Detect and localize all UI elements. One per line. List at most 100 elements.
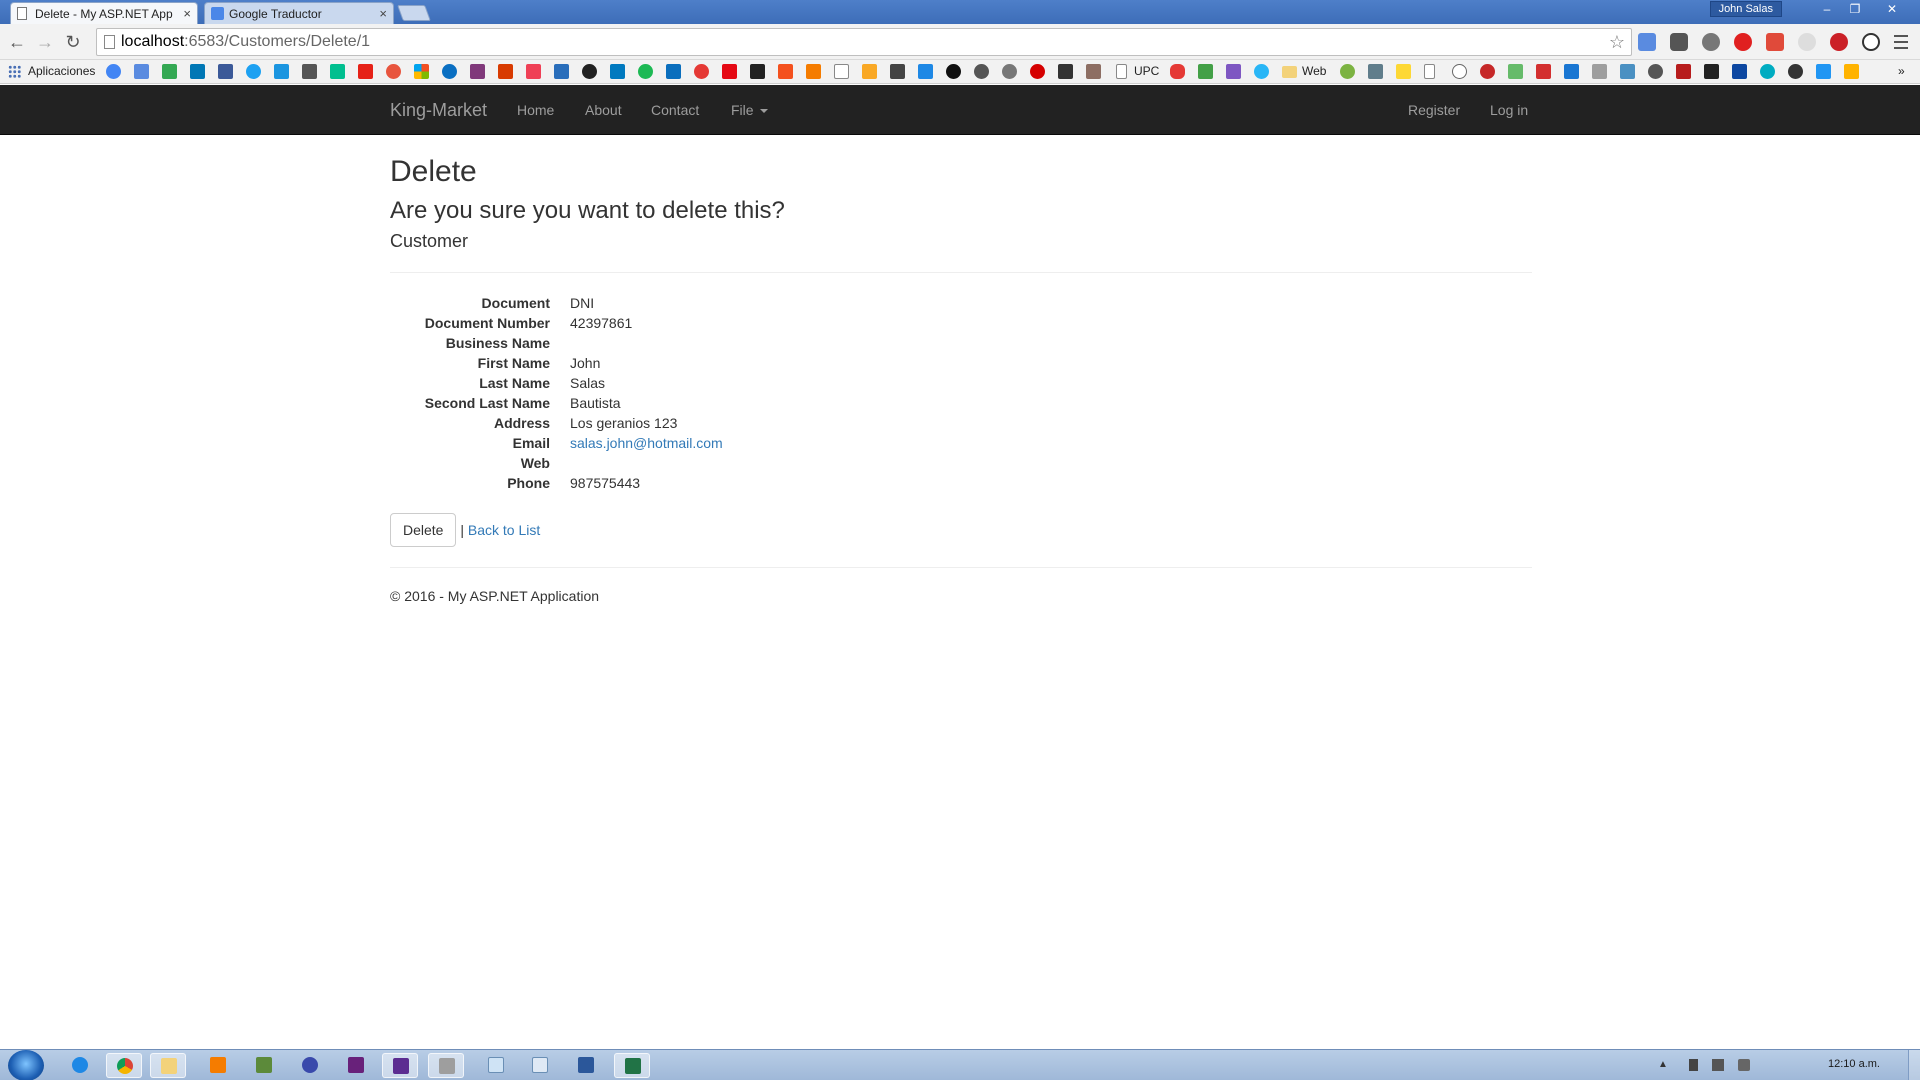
taskbar-clock[interactable]: 12:10 a.m. — [1828, 1058, 1880, 1070]
bookmark-icon[interactable] — [1592, 64, 1607, 79]
taskbar-explorer[interactable] — [150, 1053, 186, 1078]
apple-bookmark-icon[interactable] — [974, 64, 989, 79]
taskbar-ie[interactable] — [62, 1053, 98, 1078]
youtube-bookmark-icon[interactable] — [358, 64, 373, 79]
minimize-icon[interactable]: – — [1814, 1, 1840, 18]
taskbar-excel[interactable] — [614, 1053, 650, 1078]
trello-bookmark-icon[interactable] — [610, 64, 625, 79]
close-window-icon[interactable]: ✕ — [1870, 1, 1914, 18]
bookmark-icon[interactable] — [890, 64, 905, 79]
bookmark-icon[interactable] — [1844, 64, 1859, 79]
back-icon[interactable]: ← — [6, 31, 28, 53]
taskbar-word[interactable] — [568, 1053, 604, 1078]
github-bookmark-icon[interactable] — [582, 64, 597, 79]
close-tab-icon[interactable]: × — [379, 6, 387, 21]
bookmark-icon[interactable] — [1760, 64, 1775, 79]
tweetdeck-bookmark-icon[interactable] — [274, 64, 289, 79]
bookmark-icon[interactable] — [1620, 64, 1635, 79]
folder-icon[interactable] — [1282, 66, 1297, 78]
taskbar-chrome[interactable] — [106, 1053, 142, 1078]
taskbar-notepad[interactable] — [478, 1053, 514, 1078]
bookmark-icon[interactable] — [1816, 64, 1831, 79]
bookmark-icon[interactable] — [1086, 64, 1101, 79]
bookmark-icon[interactable] — [1058, 64, 1073, 79]
forward-icon[interactable]: → — [34, 31, 56, 53]
opera-extension-icon[interactable] — [1734, 33, 1752, 51]
bookmark-icon[interactable] — [862, 64, 877, 79]
bookmark-icon[interactable] — [1030, 64, 1045, 79]
tab-delete[interactable]: Delete - My ASP.NET App × — [10, 2, 198, 24]
bookmark-icon[interactable] — [386, 64, 401, 79]
microsoft-bookmark-icon[interactable] — [414, 64, 429, 79]
taskbar-visual-studio[interactable] — [338, 1053, 374, 1078]
bookmark-icon[interactable] — [1536, 64, 1551, 79]
page-bookmark-icon[interactable] — [1116, 64, 1127, 79]
bookmark-icon[interactable] — [1676, 64, 1691, 79]
twitter-bookmark-icon[interactable] — [246, 64, 261, 79]
bookmark-icon[interactable] — [1170, 64, 1185, 79]
spotify-bookmark-icon[interactable] — [638, 64, 653, 79]
onenote-bookmark-icon[interactable] — [470, 64, 485, 79]
nav-home[interactable]: Home — [517, 102, 554, 118]
nav-contact[interactable]: Contact — [651, 102, 699, 118]
delete-button[interactable]: Delete — [390, 513, 457, 548]
bookmark-icon[interactable] — [1396, 64, 1411, 79]
onedrive-bookmark-icon[interactable] — [442, 64, 457, 79]
bookmark-star-icon[interactable]: ☆ — [1609, 29, 1625, 55]
bookmark-icon[interactable] — [1704, 64, 1719, 79]
extension-icon[interactable] — [1702, 33, 1720, 51]
new-tab-button[interactable] — [397, 5, 431, 21]
volume-icon[interactable] — [1738, 1059, 1750, 1071]
pocket-extension-icon[interactable] — [1670, 33, 1688, 51]
bookmark-icon[interactable] — [778, 64, 793, 79]
bookmark-icon[interactable] — [1368, 64, 1383, 79]
nav-login[interactable]: Log in — [1490, 102, 1528, 118]
bookmark-icon[interactable] — [1198, 64, 1213, 79]
vine-bookmark-icon[interactable] — [330, 64, 345, 79]
email-link[interactable]: salas.john@hotmail.com — [570, 435, 723, 451]
translate-bookmark-icon[interactable] — [134, 64, 149, 79]
bookmark-icon[interactable] — [554, 64, 569, 79]
bookmark-icon[interactable] — [666, 64, 681, 79]
close-tab-icon[interactable]: × — [183, 6, 191, 21]
bookmark-icon[interactable] — [1340, 64, 1355, 79]
netflix-bookmark-icon[interactable] — [722, 64, 737, 79]
wordpress-bookmark-icon[interactable] — [1452, 64, 1467, 79]
maps-bookmark-icon[interactable] — [162, 64, 177, 79]
bookmark-icon[interactable] — [1508, 64, 1523, 79]
apple-bookmark-icon[interactable] — [1002, 64, 1017, 79]
nav-register[interactable]: Register — [1408, 102, 1460, 118]
google-bookmark-icon[interactable] — [106, 64, 121, 79]
maximize-icon[interactable]: ❐ — [1842, 1, 1868, 18]
page-bookmark-icon[interactable] — [1424, 64, 1435, 79]
page-bookmark-icon[interactable] — [834, 64, 849, 79]
pocket-bookmark-icon[interactable] — [526, 64, 541, 79]
show-hidden-icons[interactable]: ▲ — [1658, 1059, 1670, 1071]
bookmark-icon[interactable] — [694, 64, 709, 79]
taskbar-visual-studio-active[interactable] — [382, 1053, 418, 1078]
back-to-list-link[interactable]: Back to List — [468, 522, 540, 538]
extension-icon[interactable] — [1766, 33, 1784, 51]
brand-link[interactable]: King-Market — [390, 100, 487, 121]
reload-icon[interactable]: ↻ — [62, 31, 84, 53]
nav-file-dropdown[interactable]: File — [731, 102, 768, 118]
address-bar[interactable]: localhost:6583/Customers/Delete/1 ☆ — [96, 28, 1632, 56]
bookmark-icon[interactable] — [1788, 64, 1803, 79]
web-bookmark-folder[interactable]: Web — [1302, 64, 1326, 78]
bookmark-icon[interactable] — [498, 64, 513, 79]
facebook-bookmark-icon[interactable] — [218, 64, 233, 79]
taskbar-media-player[interactable] — [200, 1053, 236, 1078]
start-button[interactable] — [8, 1050, 44, 1080]
bookmark-icon[interactable] — [946, 64, 961, 79]
bookmark-icon[interactable] — [1732, 64, 1747, 79]
apps-bookmark[interactable]: Aplicaciones — [8, 64, 95, 78]
bookmark-icon[interactable] — [1480, 64, 1495, 79]
bookmark-icon[interactable] — [1226, 64, 1241, 79]
linkedin-bookmark-icon[interactable] — [190, 64, 205, 79]
bookmark-icon[interactable] — [1254, 64, 1269, 79]
menu-icon[interactable] — [1894, 35, 1908, 49]
action-center-flag-icon[interactable] — [1689, 1059, 1698, 1071]
show-desktop-button[interactable] — [1908, 1050, 1920, 1080]
tab-google-translate[interactable]: Google Traductor × — [204, 2, 394, 24]
taskbar-app[interactable] — [246, 1053, 282, 1078]
